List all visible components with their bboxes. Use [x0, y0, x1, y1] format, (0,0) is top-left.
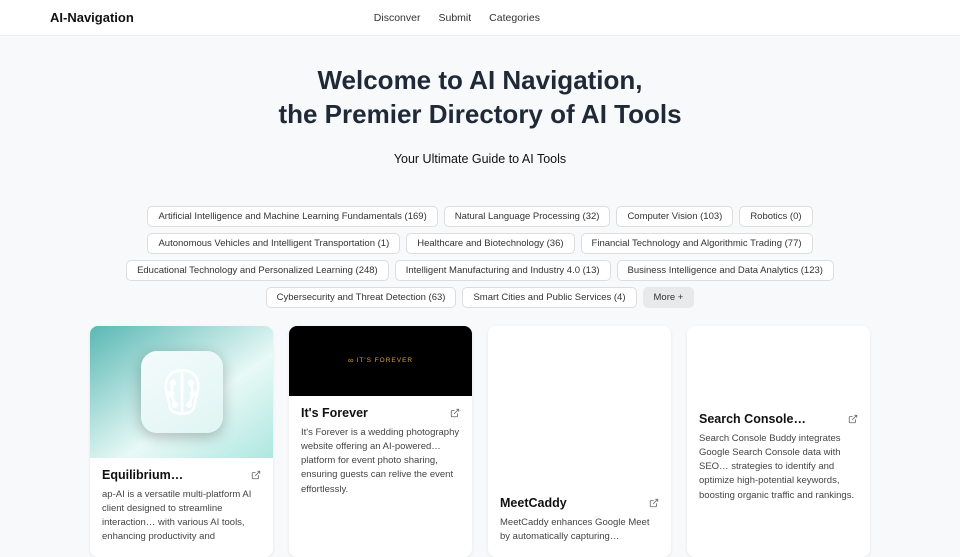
external-link-icon[interactable] — [450, 408, 460, 418]
header: AI-Navigation Disconver Submit Categorie… — [0, 0, 960, 36]
tool-thumbnail: ∞ IT'S FOREVER — [289, 326, 472, 396]
hero: Welcome to AI Navigation, the Premier Di… — [0, 36, 960, 178]
category-tag[interactable]: Robotics (0) — [739, 206, 812, 227]
category-tag[interactable]: Intelligent Manufacturing and Industry 4… — [395, 260, 611, 281]
external-link-icon[interactable] — [251, 470, 261, 480]
category-tag[interactable]: Cybersecurity and Threat Detection (63) — [266, 287, 457, 308]
category-tag[interactable]: Computer Vision (103) — [616, 206, 733, 227]
tool-card[interactable]: MeetCaddy MeetCaddy enhances Google Meet… — [488, 326, 671, 557]
tool-description: Search Console Buddy integrates Google S… — [699, 432, 858, 503]
category-tag[interactable]: Smart Cities and Public Services (4) — [462, 287, 636, 308]
page-title: Welcome to AI Navigation, the Premier Di… — [0, 64, 960, 132]
tool-cards: Equilibrium… ap-AI is a versatile multi-… — [80, 326, 880, 557]
infinity-icon: ∞ — [348, 356, 355, 365]
category-tag[interactable]: Autonomous Vehicles and Intelligent Tran… — [147, 233, 400, 254]
brand[interactable]: AI-Navigation — [50, 10, 134, 25]
external-link-icon[interactable] — [848, 414, 858, 424]
nav-links: Disconver Submit Categories — [374, 12, 540, 24]
category-tag[interactable]: Business Intelligence and Data Analytics… — [617, 260, 834, 281]
tool-card[interactable]: ∞ IT'S FOREVER It's Forever It's Forever… — [289, 326, 472, 557]
tool-thumbnail — [90, 326, 273, 458]
tool-card[interactable]: Search Console… Search Console Buddy int… — [687, 326, 870, 557]
tool-thumbnail — [488, 326, 671, 486]
tool-title: MeetCaddy — [500, 496, 567, 510]
nav-submit[interactable]: Submit — [438, 12, 471, 24]
tool-title: It's Forever — [301, 406, 368, 420]
logo-text: IT'S FOREVER — [357, 357, 414, 364]
brain-icon — [141, 351, 223, 433]
nav-categories[interactable]: Categories — [489, 12, 540, 24]
category-tag[interactable]: Healthcare and Biotechnology (36) — [406, 233, 574, 254]
title-line-1: Welcome to AI Navigation, — [317, 65, 642, 95]
category-tags: Artificial Intelligence and Machine Lear… — [80, 206, 880, 308]
tool-thumbnail — [687, 326, 870, 402]
tool-title: Equilibrium… — [102, 468, 183, 482]
more-categories-button[interactable]: More + — [643, 287, 695, 308]
category-tag[interactable]: Financial Technology and Algorithmic Tra… — [581, 233, 813, 254]
tool-description: ap-AI is a versatile multi-platform AI c… — [102, 488, 261, 545]
category-tag[interactable]: Educational Technology and Personalized … — [126, 260, 389, 281]
tool-title: Search Console… — [699, 412, 806, 426]
external-link-icon[interactable] — [649, 498, 659, 508]
tool-card[interactable]: Equilibrium… ap-AI is a versatile multi-… — [90, 326, 273, 557]
title-line-2: the Premier Directory of AI Tools — [278, 99, 681, 129]
category-tag[interactable]: Natural Language Processing (32) — [444, 206, 611, 227]
nav-discover[interactable]: Disconver — [374, 12, 421, 24]
category-tag[interactable]: Artificial Intelligence and Machine Lear… — [147, 206, 437, 227]
page-subtitle: Your Ultimate Guide to AI Tools — [0, 152, 960, 166]
tool-description: It's Forever is a wedding photography we… — [301, 426, 460, 497]
